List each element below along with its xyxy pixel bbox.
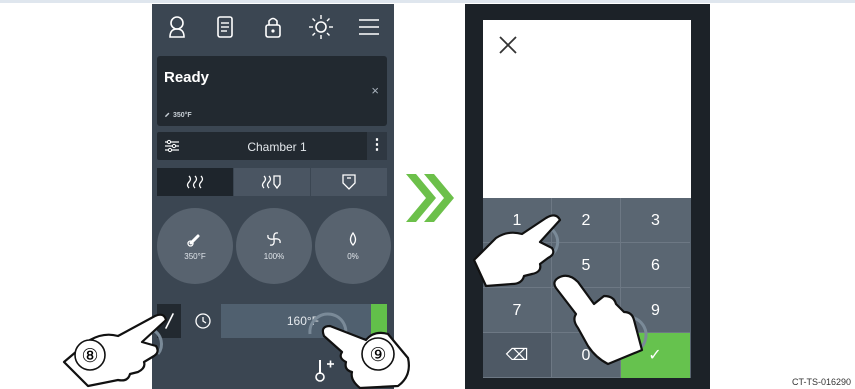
chamber-selector[interactable]: Chamber 1 ⋮ — [157, 132, 387, 160]
top-border — [0, 0, 855, 3]
key-3[interactable]: 3 — [621, 198, 690, 243]
steam-icon — [342, 174, 356, 190]
close-icon[interactable]: × — [371, 83, 379, 98]
heat-steam-icon — [261, 175, 281, 190]
thermometer-icon — [187, 234, 200, 247]
double-chevron-right-icon — [406, 174, 454, 222]
status-title: Ready — [164, 69, 210, 86]
cooking-mode-tabs — [157, 168, 387, 196]
tab-combi[interactable] — [234, 168, 310, 196]
fan-icon — [267, 232, 281, 246]
status-temperature: 350°F — [164, 111, 192, 119]
step-8-label: ⑧ — [81, 345, 98, 367]
close-icon[interactable] — [497, 34, 519, 56]
heat-waves-icon — [186, 175, 204, 189]
tab-convection[interactable] — [157, 168, 233, 196]
chef-hat-icon[interactable] — [162, 12, 192, 42]
pointing-hand-icon: ⑧ — [62, 313, 168, 388]
humidity-drop-icon — [349, 231, 357, 246]
humidity-value: 0% — [347, 252, 359, 261]
more-options-icon[interactable]: ⋮ — [367, 132, 387, 160]
lock-icon[interactable] — [258, 12, 288, 42]
fan-speed-value: 100% — [263, 252, 285, 261]
status-temperature-value: 350°F — [172, 112, 192, 119]
humidity-setting[interactable]: 0% — [315, 208, 391, 284]
top-nav-bar — [152, 4, 394, 52]
recipe-book-icon[interactable] — [210, 12, 240, 42]
temperature-setting[interactable]: 350°F — [157, 208, 233, 284]
entry-dialog — [483, 20, 691, 198]
thermometer-icon — [164, 112, 170, 118]
brightness-icon[interactable] — [306, 12, 336, 42]
menu-icon[interactable] — [354, 12, 384, 42]
key-7[interactable]: 7 — [483, 288, 552, 333]
status-card[interactable]: Ready × 350°F — [157, 56, 387, 126]
pointing-hand-icon: ⑨ — [308, 312, 410, 389]
tab-steam[interactable] — [311, 168, 387, 196]
chamber-name: Chamber 1 — [247, 140, 307, 154]
step-9-label: ⑨ — [369, 344, 386, 366]
figure-caption: CT-TS-016290 — [791, 377, 851, 387]
temperature-value: 350°F — [184, 252, 206, 261]
pointing-hand-icon — [553, 274, 648, 366]
fan-setting[interactable]: 100% — [236, 208, 312, 284]
backspace-key[interactable]: ⌫ — [483, 333, 552, 378]
